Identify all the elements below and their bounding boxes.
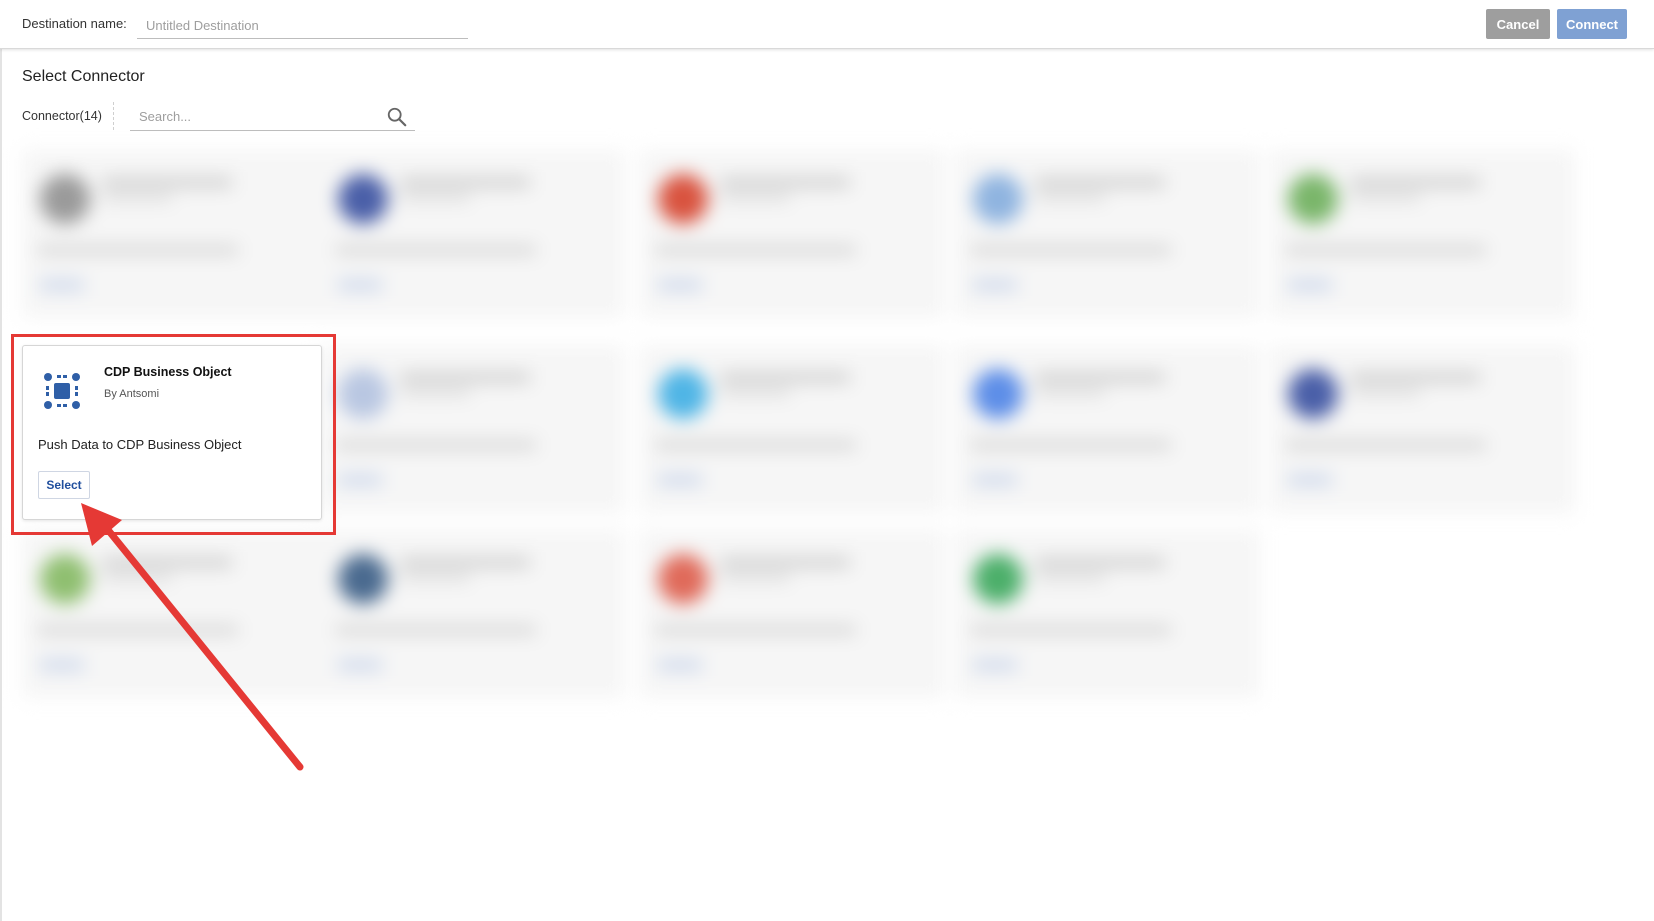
connector-logo-icon <box>338 369 388 419</box>
connector-logo-icon <box>973 369 1023 419</box>
blurred-placeholder <box>1288 280 1332 290</box>
blurred-placeholder <box>38 626 238 634</box>
connector-logo-icon <box>40 554 90 604</box>
connector-card-blurred <box>955 345 1260 513</box>
blurred-placeholder <box>38 246 238 254</box>
blurred-placeholder <box>656 626 856 634</box>
blurred-placeholder <box>1035 178 1165 187</box>
connector-card-blurred <box>640 345 945 513</box>
connector-logo-icon <box>1288 369 1338 419</box>
connector-card-blurred <box>320 530 625 698</box>
blurred-placeholder <box>973 280 1017 290</box>
blurred-placeholder <box>658 660 702 670</box>
blurred-placeholder <box>400 574 470 581</box>
blurred-placeholder <box>400 194 470 201</box>
highlight-box <box>11 334 336 535</box>
connector-logo-icon <box>338 554 388 604</box>
connector-logo-icon <box>338 174 388 224</box>
blurred-placeholder <box>720 574 790 581</box>
blurred-placeholder <box>971 246 1171 254</box>
blurred-placeholder <box>338 475 382 485</box>
blurred-placeholder <box>720 558 850 567</box>
connector-card-blurred <box>955 150 1260 318</box>
blurred-placeholder <box>971 626 1171 634</box>
blurred-placeholder <box>336 441 536 449</box>
page-title: Select Connector <box>22 68 145 85</box>
top-bar: Destination name: Cancel Connect <box>0 0 1654 49</box>
blurred-placeholder <box>400 373 530 382</box>
blurred-placeholder <box>102 558 232 567</box>
blurred-placeholder <box>102 178 232 187</box>
blurred-placeholder <box>336 626 536 634</box>
connector-logo-icon <box>658 554 708 604</box>
blurred-placeholder <box>102 194 172 201</box>
connector-logo-icon <box>40 174 90 224</box>
connector-card-blurred <box>1270 150 1575 318</box>
blurred-placeholder <box>1035 194 1105 201</box>
blurred-placeholder <box>720 389 790 396</box>
connector-card-blurred <box>320 345 625 513</box>
blurred-placeholder <box>400 389 470 396</box>
blurred-placeholder <box>656 441 856 449</box>
connector-card-blurred <box>320 150 625 318</box>
connector-count-label: Connector(14) <box>22 109 102 123</box>
connector-card-blurred <box>22 530 327 698</box>
connect-button[interactable]: Connect <box>1557 9 1627 39</box>
connector-logo-icon <box>1288 174 1338 224</box>
search-icon[interactable] <box>386 106 408 128</box>
connector-card-blurred <box>640 150 945 318</box>
connector-logo-icon <box>973 174 1023 224</box>
blurred-placeholder <box>720 178 850 187</box>
blurred-placeholder <box>1350 178 1480 187</box>
blurred-placeholder <box>1035 373 1165 382</box>
blurred-placeholder <box>1288 475 1332 485</box>
blurred-placeholder <box>971 441 1171 449</box>
blurred-placeholder <box>720 194 790 201</box>
connector-card-blurred <box>22 150 327 318</box>
destination-name-input[interactable] <box>137 13 468 39</box>
blurred-placeholder <box>658 475 702 485</box>
connector-card-blurred <box>1270 345 1575 513</box>
connector-logo-icon <box>973 554 1023 604</box>
blurred-placeholder <box>1035 389 1105 396</box>
search-input[interactable] <box>130 103 415 131</box>
connector-card-blurred <box>640 530 945 698</box>
blurred-placeholder <box>400 178 530 187</box>
blurred-placeholder <box>102 574 172 581</box>
blurred-placeholder <box>1035 574 1105 581</box>
blurred-placeholder <box>40 280 84 290</box>
blurred-placeholder <box>658 280 702 290</box>
cancel-button[interactable]: Cancel <box>1486 9 1550 39</box>
blurred-placeholder <box>1350 194 1420 201</box>
blurred-placeholder <box>400 558 530 567</box>
destination-name-label: Destination name: <box>22 16 127 31</box>
blurred-placeholder <box>720 373 850 382</box>
blurred-placeholder <box>973 475 1017 485</box>
blurred-placeholder <box>1350 389 1420 396</box>
blurred-placeholder <box>1286 246 1486 254</box>
blurred-placeholder <box>40 660 84 670</box>
connector-card-blurred <box>955 530 1260 698</box>
blurred-placeholder <box>338 660 382 670</box>
blurred-placeholder <box>1350 373 1480 382</box>
blurred-placeholder <box>656 246 856 254</box>
blurred-placeholder <box>1286 441 1486 449</box>
divider <box>113 102 114 130</box>
blurred-placeholder <box>973 660 1017 670</box>
blurred-placeholder <box>1035 558 1165 567</box>
connector-logo-icon <box>658 174 708 224</box>
blurred-placeholder <box>338 280 382 290</box>
connector-logo-icon <box>658 369 708 419</box>
left-edge-divider <box>0 0 2 921</box>
blurred-placeholder <box>336 246 536 254</box>
